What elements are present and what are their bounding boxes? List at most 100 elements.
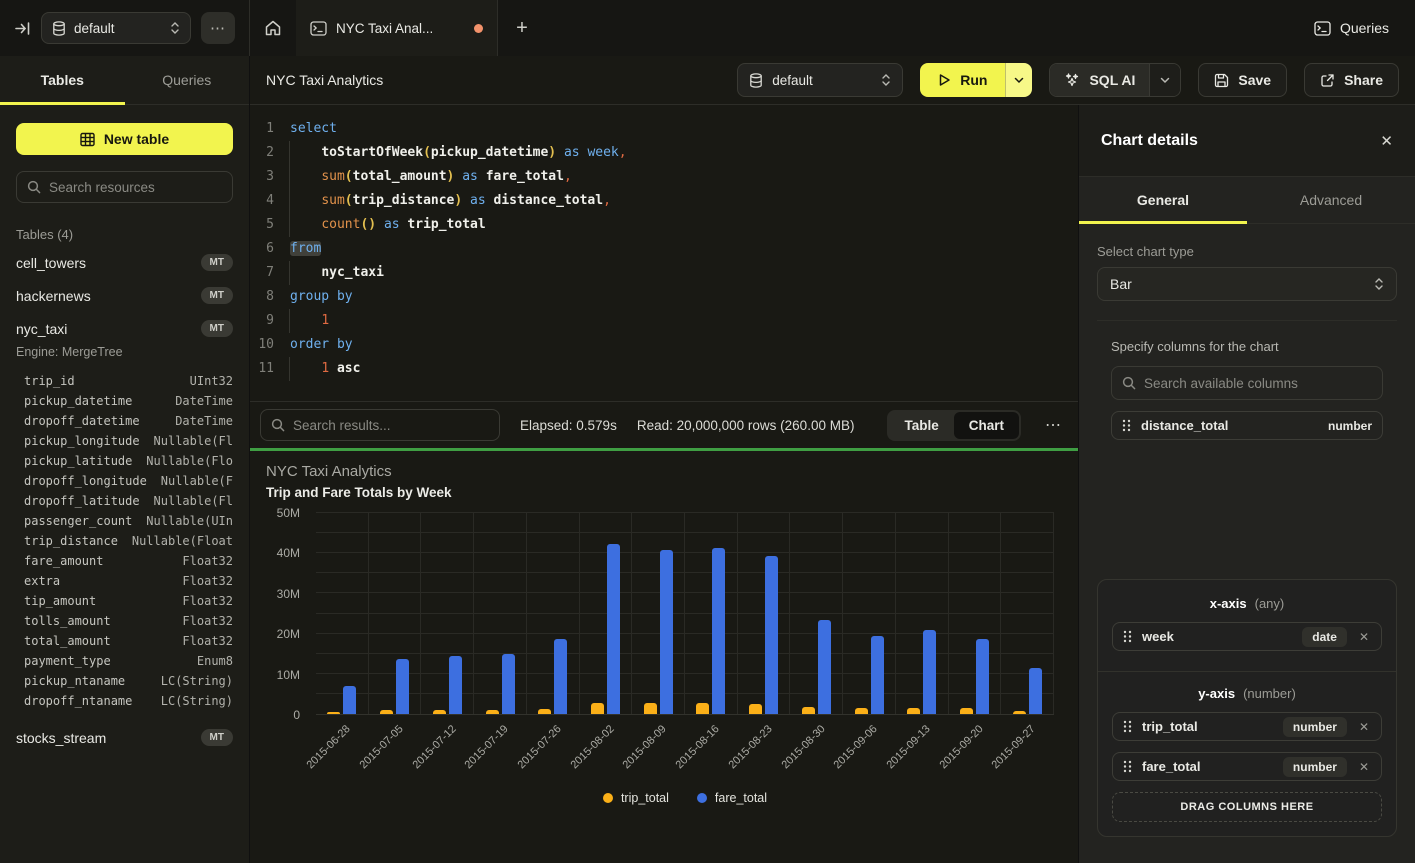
y-tick-label: 30M — [277, 587, 300, 601]
chart-bar-fare_total[interactable] — [396, 659, 409, 714]
sql-editor[interactable]: 1select2 toStartOfWeek(pickup_datetime) … — [250, 105, 1078, 401]
code-line: 6from — [258, 237, 1078, 261]
chart-bar-fare_total[interactable] — [502, 654, 515, 714]
tab-advanced[interactable]: Advanced — [1247, 177, 1415, 223]
chart-bar-fare_total[interactable] — [607, 544, 620, 714]
chart-bar-fare_total[interactable] — [554, 639, 567, 714]
column-row: passenger_countNullable(UIn — [24, 511, 233, 531]
chart-bar-trip_total[interactable] — [327, 712, 340, 714]
queries-link[interactable]: Queries — [1314, 0, 1415, 56]
chart-bar-trip_total[interactable] — [644, 703, 657, 714]
chart-details-title: Chart details — [1101, 132, 1198, 150]
table-item[interactable]: hackernewsMT — [0, 279, 249, 312]
y-axis-column-chip[interactable]: trip_totalnumber✕ — [1112, 712, 1382, 741]
table-item[interactable]: cell_towersMT — [0, 246, 249, 279]
chart-bar-trip_total[interactable] — [433, 710, 446, 714]
chart-bar-fare_total[interactable] — [449, 656, 462, 714]
save-button[interactable]: Save — [1198, 63, 1287, 97]
chart-bar-trip_total[interactable] — [538, 709, 551, 714]
remove-column-icon[interactable]: ✕ — [1357, 720, 1371, 734]
chart-bar-fare_total[interactable] — [818, 620, 831, 714]
table-item[interactable]: stocks_streamMT — [0, 721, 249, 754]
query-tab[interactable]: NYC Taxi Anal... — [296, 0, 498, 56]
view-toggle-table[interactable]: Table — [889, 412, 953, 439]
x-tick-label: 2015-07-26 — [515, 723, 563, 771]
sidebar: Tables Queries New table Tables (4) cell… — [0, 56, 250, 863]
column-row: dropoff_longitudeNullable(F — [24, 471, 233, 491]
column-row: fare_amountFloat32 — [24, 551, 233, 571]
chart-bar-trip_total[interactable] — [749, 704, 762, 714]
chart-type-label: Select chart type — [1097, 244, 1397, 259]
chart-bar-fare_total[interactable] — [712, 548, 725, 714]
chart-bar-fare_total[interactable] — [343, 686, 356, 714]
remove-column-icon[interactable]: ✕ — [1357, 630, 1371, 644]
chart-bar-fare_total[interactable] — [1029, 668, 1042, 714]
chart-bar-trip_total[interactable] — [591, 703, 604, 714]
columns-search-input[interactable] — [1144, 376, 1372, 391]
chart-bar-trip_total[interactable] — [380, 710, 393, 714]
x-axis-column-chip[interactable]: weekdate✕ — [1112, 622, 1382, 651]
chart-bar-fare_total[interactable] — [660, 550, 673, 714]
chip-type-badge: number — [1283, 717, 1347, 737]
legend-item-trip_total[interactable]: trip_total — [603, 791, 669, 805]
database-selector[interactable]: default — [41, 12, 191, 44]
chart-bar-trip_total[interactable] — [855, 708, 868, 714]
toolbar-database-selector[interactable]: default — [737, 63, 903, 97]
available-column-chip[interactable]: distance_totalnumber — [1111, 411, 1383, 440]
chart-bar-trip_total[interactable] — [1013, 711, 1026, 714]
query-toolbar: NYC Taxi Analytics default Run — [250, 56, 1415, 105]
chart-type-select[interactable]: Bar — [1097, 267, 1397, 301]
chart-bar-trip_total[interactable] — [960, 708, 973, 714]
workspace-more-button[interactable]: ⋯ — [201, 12, 235, 44]
new-table-button[interactable]: New table — [16, 123, 233, 155]
main-area: NYC Taxi Analytics default Run — [250, 56, 1415, 863]
run-button[interactable]: Run — [920, 63, 1005, 97]
new-tab-button[interactable]: + — [498, 0, 546, 56]
chart-bar-fare_total[interactable] — [871, 636, 884, 714]
line-number: 6 — [258, 237, 274, 261]
column-type: Nullable(UIn — [146, 511, 233, 531]
tab-strip: NYC Taxi Anal... + Queries — [250, 0, 1415, 56]
x-tick-label: 2015-09-20 — [937, 723, 985, 771]
chevron-updown-icon — [170, 21, 180, 35]
terminal-icon — [310, 21, 327, 36]
home-button[interactable] — [250, 0, 296, 56]
sidebar-tab-tables[interactable]: Tables — [0, 56, 125, 104]
legend-item-fare_total[interactable]: fare_total — [697, 791, 767, 805]
results-search-input[interactable] — [293, 418, 489, 433]
chart-category-cell — [685, 513, 738, 714]
column-type: Nullable(Flo — [146, 451, 233, 471]
remove-column-icon[interactable]: ✕ — [1357, 760, 1371, 774]
drag-columns-dropzone[interactable]: DRAG COLUMNS HERE — [1112, 792, 1382, 822]
column-row: total_amountFloat32 — [24, 631, 233, 651]
table-item[interactable]: nyc_taxiMT — [0, 312, 249, 345]
sql-ai-options-button[interactable] — [1149, 64, 1180, 96]
view-toggle-chart[interactable]: Chart — [954, 412, 1019, 439]
chart-bar-trip_total[interactable] — [696, 703, 709, 714]
column-name: dropoff_longitude — [24, 471, 147, 491]
run-options-button[interactable] — [1005, 63, 1032, 97]
close-icon[interactable]: ✕ — [1380, 132, 1393, 150]
sql-ai-button[interactable]: SQL AI — [1050, 64, 1149, 96]
column-name: trip_distance — [24, 531, 118, 551]
resource-search-input[interactable] — [49, 180, 222, 195]
code-text: toStartOfWeek(pickup_datetime) as week, — [274, 141, 627, 165]
chart-bar-fare_total[interactable] — [765, 556, 778, 714]
results-more-button[interactable]: ⋯ — [1041, 415, 1066, 435]
sidebar-collapse-button[interactable] — [14, 20, 31, 37]
chart-bar-fare_total[interactable] — [923, 630, 936, 714]
chart-category-cell — [632, 513, 685, 714]
chart-bar-trip_total[interactable] — [907, 708, 920, 714]
sidebar-tab-queries[interactable]: Queries — [125, 56, 250, 104]
top-bar: default ⋯ NYC Taxi Anal... + Queries — [0, 0, 1415, 56]
chart-bar-trip_total[interactable] — [802, 707, 815, 714]
chip-column-name: distance_total — [1141, 418, 1318, 433]
tab-general[interactable]: General — [1079, 177, 1247, 223]
chart-category-cell — [738, 513, 791, 714]
chip-column-name: fare_total — [1142, 759, 1273, 774]
code-text: 1 asc — [274, 357, 360, 381]
y-axis-column-chip[interactable]: fare_totalnumber✕ — [1112, 752, 1382, 781]
chart-bar-fare_total[interactable] — [976, 639, 989, 714]
chart-bar-trip_total[interactable] — [486, 710, 499, 714]
share-button[interactable]: Share — [1304, 63, 1399, 97]
